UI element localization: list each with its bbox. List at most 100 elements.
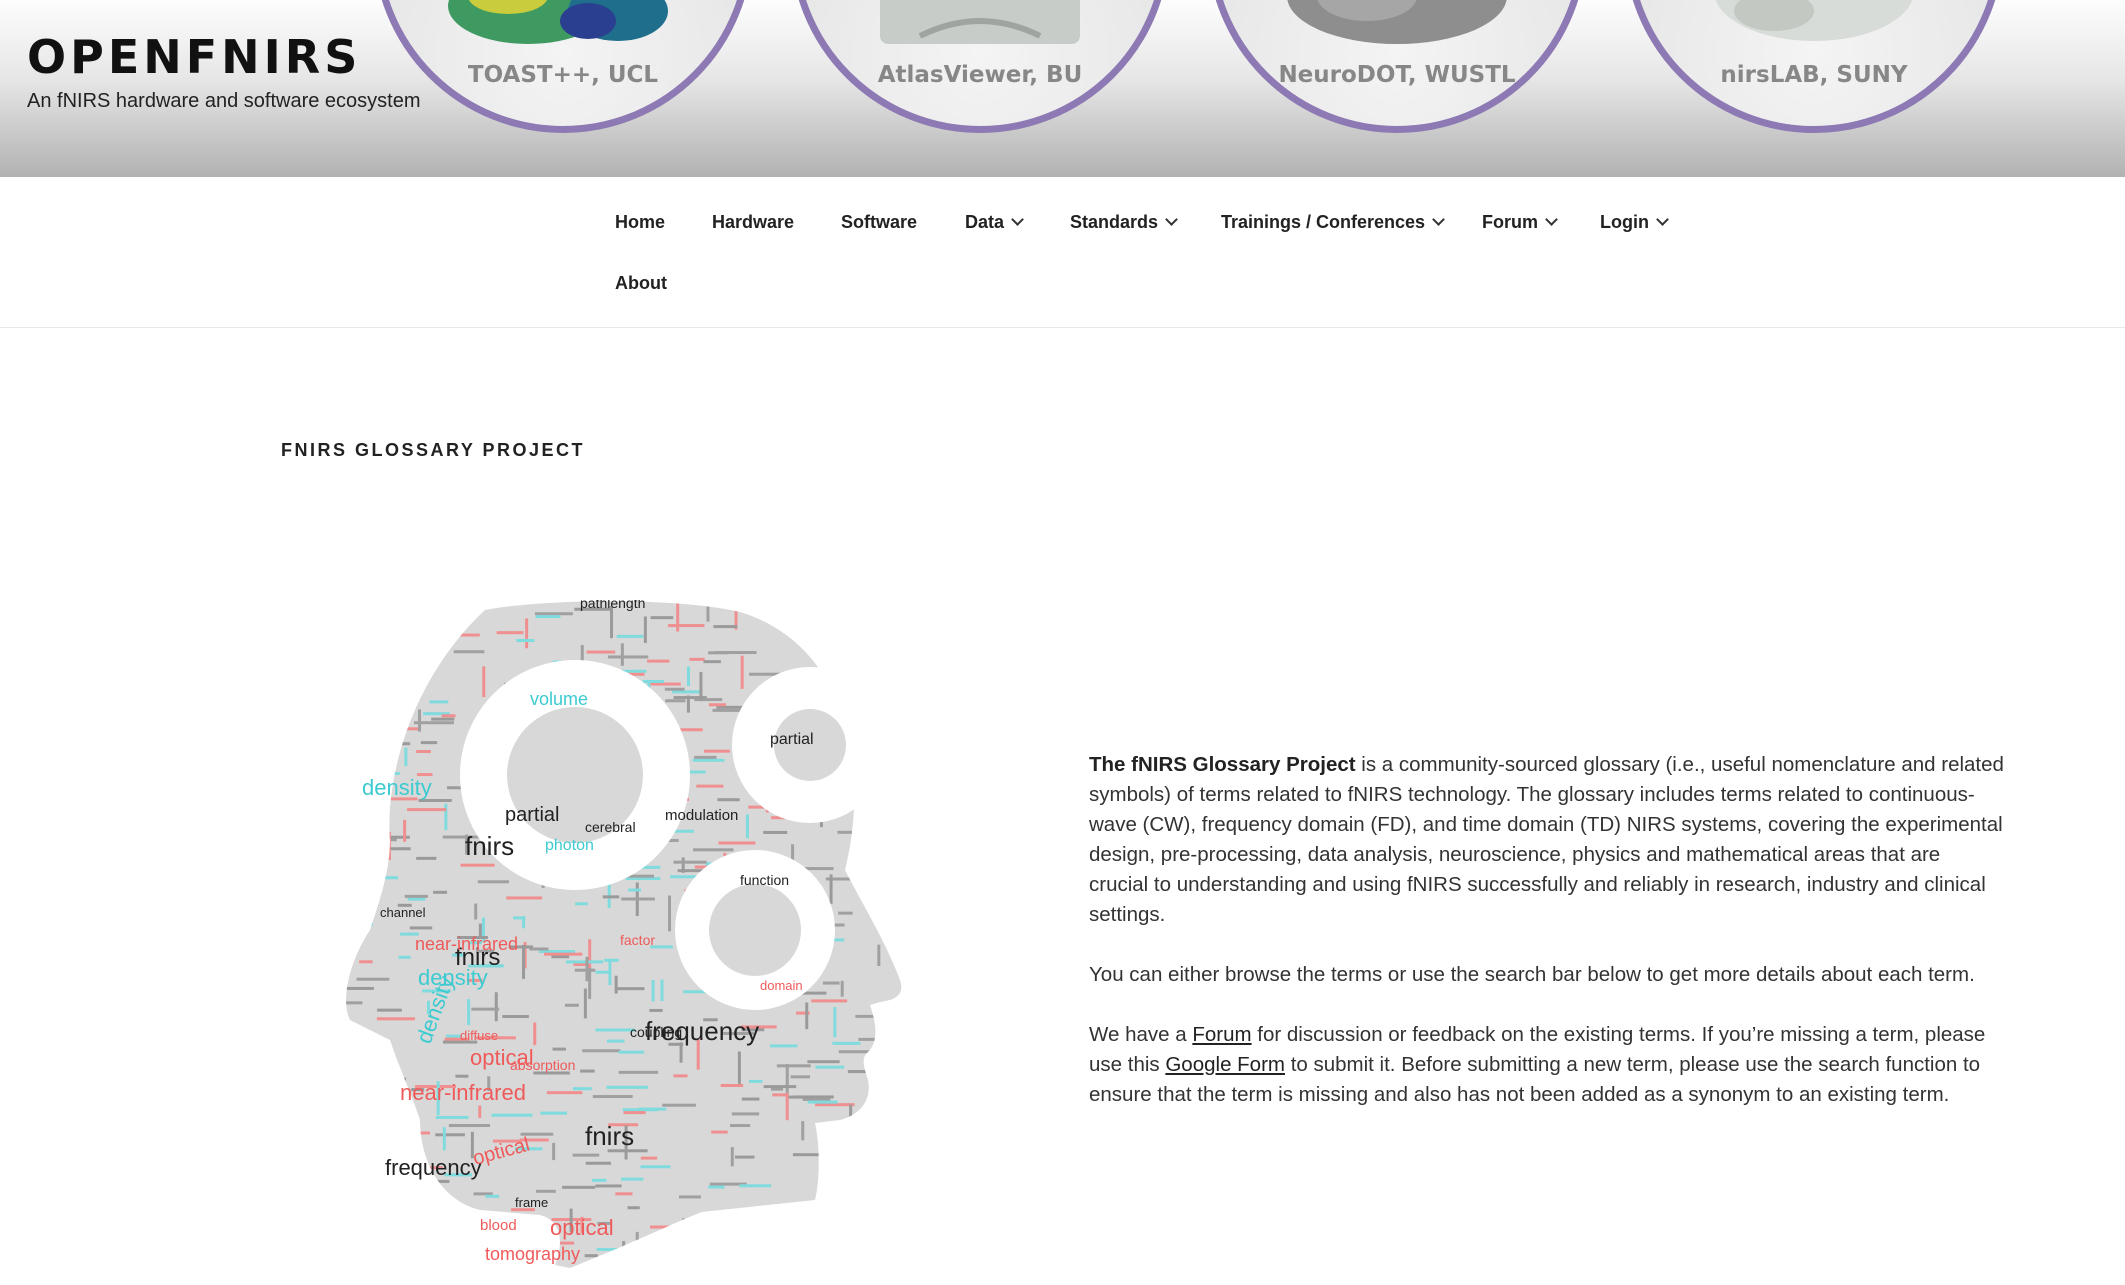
tool-banner-toast: TOAST++, UCL: [373, 0, 753, 133]
wordcloud-texture: [381, 1115, 397, 1119]
wordcloud-texture: [580, 1069, 595, 1073]
wordcloud-texture: [719, 1234, 755, 1238]
wordcloud-texture: [544, 952, 583, 956]
wordcloud-texture: [425, 1179, 450, 1183]
wordcloud-texture: [416, 856, 437, 860]
forum-link[interactable]: Forum: [1192, 1023, 1251, 1046]
nav-item-label: Data: [965, 212, 1005, 232]
wordcloud-texture: [805, 1002, 809, 1030]
wordcloud-word: frequency: [385, 1155, 482, 1180]
wordcloud-texture: [352, 1156, 389, 1160]
wordcloud-texture: [729, 1124, 751, 1128]
chevron-down-icon: [1165, 213, 1178, 226]
wordcloud-texture: [441, 714, 456, 718]
wordcloud-texture: [353, 703, 387, 707]
wordcloud-texture: [595, 1184, 622, 1188]
wordcloud-texture: [832, 1041, 861, 1045]
wordcloud-word: partial: [505, 804, 559, 826]
nav-item-forum[interactable]: Forum: [1482, 212, 1558, 233]
wordcloud-texture: [346, 1128, 350, 1143]
wordcloud-word: frame: [515, 1195, 548, 1210]
nav-item-standards[interactable]: Standards: [1070, 212, 1178, 233]
browse-paragraph: You can either browse the terms or use t…: [1089, 963, 1975, 986]
wordcloud-texture: [353, 830, 377, 834]
wordcloud-texture: [574, 968, 596, 972]
wordcloud-texture: [385, 696, 389, 717]
nav-item-home[interactable]: Home: [615, 212, 665, 233]
wordcloud-texture: [891, 822, 902, 826]
nav-item-label: About: [615, 273, 667, 293]
nav-item-software[interactable]: Software: [841, 212, 917, 233]
tool-banner-nirslab: nirsLAB, SUNY: [1624, 0, 2004, 133]
wordcloud-texture: [650, 616, 674, 620]
wordcloud-texture: [438, 633, 480, 637]
google-form-link[interactable]: Google Form: [1165, 1053, 1285, 1076]
wordcloud-texture: [595, 970, 611, 974]
wordcloud-texture: [583, 988, 587, 1019]
wordcloud-texture: [416, 749, 431, 753]
wordcloud-texture: [716, 705, 743, 709]
wordcloud-word: absorption: [510, 1057, 575, 1073]
wordcloud-texture: [858, 642, 862, 672]
wordcloud-texture: [379, 748, 383, 773]
nav-item-login[interactable]: Login: [1600, 212, 1669, 233]
page-title: FNIRS GLOSSARY PROJECT: [281, 440, 586, 460]
wordcloud-texture: [801, 1121, 805, 1141]
wordcloud-texture: [855, 1014, 889, 1018]
wordcloud-texture: [876, 1068, 880, 1093]
wordcloud-texture: [740, 655, 744, 689]
wordcloud-texture: [877, 944, 881, 967]
nav-item-label: Home: [615, 212, 666, 232]
nav-item-label: Standards: [1070, 212, 1159, 232]
wordcloud-texture: [719, 1222, 723, 1253]
wordcloud-texture: [884, 655, 899, 659]
wordcloud-texture: [882, 1198, 900, 1202]
wordcloud-texture: [608, 958, 612, 985]
wordcloud-texture: [694, 698, 723, 702]
wordcloud-texture: [731, 1112, 760, 1116]
wordcloud-texture: [815, 620, 819, 656]
intro-paragraph: The fNIRS Glossary Project is a communit…: [1089, 750, 2004, 930]
wordcloud-texture: [615, 1192, 633, 1196]
wordcloud-texture: [717, 798, 740, 802]
wordcloud-texture: [372, 734, 376, 751]
wordcloud-texture: [847, 1070, 867, 1074]
wordcloud-texture: [891, 880, 902, 884]
wordcloud-texture: [435, 1115, 469, 1119]
wordcloud-texture: [700, 1229, 704, 1257]
wordcloud-texture: [737, 1051, 741, 1085]
wordcloud-word: near-infrared: [400, 1080, 526, 1105]
wordcloud-texture: [878, 901, 896, 905]
wordcloud-texture: [575, 902, 588, 906]
wordcloud-texture: [692, 758, 725, 762]
wordcloud-texture: [453, 650, 485, 654]
nav-item-trainings-conferences[interactable]: Trainings / Conferences: [1221, 212, 1445, 233]
wordcloud-texture: [591, 1178, 607, 1182]
wordcloud-texture: [882, 1172, 886, 1205]
wordcloud-word: density: [362, 775, 432, 800]
nav-item-hardware[interactable]: Hardware: [712, 212, 794, 233]
wordcloud-texture: [869, 815, 895, 819]
wordcloud-texture: [635, 1231, 639, 1253]
wordcloud-texture: [849, 1104, 853, 1123]
wordcloud-texture: [377, 1008, 402, 1012]
wordcloud-texture: [801, 1259, 805, 1269]
site-title[interactable]: OPENFNIRS: [27, 30, 361, 84]
wordcloud-texture: [588, 939, 592, 973]
wordcloud-texture: [681, 857, 685, 873]
wordcloud-texture: [552, 1142, 556, 1161]
nav-item-about[interactable]: About: [615, 273, 667, 294]
tool-label: nirsLAB, SUNY: [1720, 62, 1908, 88]
wordcloud-word: cerebral: [585, 819, 636, 835]
wordcloud-texture: [888, 1030, 902, 1034]
wordcloud-texture: [361, 729, 376, 733]
wordcloud-texture: [807, 1060, 840, 1064]
wordcloud-texture: [474, 1235, 509, 1239]
wordcloud-word: pathlength: [580, 600, 645, 611]
wordcloud-texture: [785, 1063, 789, 1094]
nav-item-data[interactable]: Data: [965, 212, 1024, 233]
wordcloud-texture: [440, 601, 444, 632]
head-silhouette-icon: fnirsfnirsfnirsfrequencyfrequencydensity…: [346, 595, 902, 1269]
wordcloud-texture: [871, 1199, 902, 1203]
wordcloud-texture: [694, 755, 717, 759]
